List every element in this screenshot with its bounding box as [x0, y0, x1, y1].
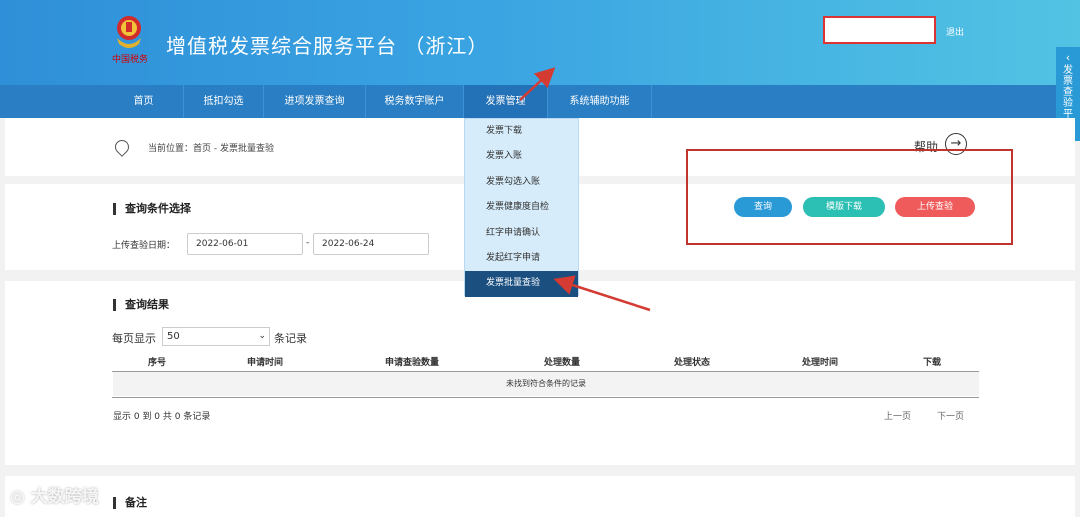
annotation-arrows: [519, 67, 651, 312]
watermark-text: 大数跨境: [30, 487, 99, 507]
watermark: ◎ 大数跨境: [10, 482, 99, 507]
arrow-to-menu-item-icon: [553, 275, 651, 312]
arrow-to-nav-icon: [519, 67, 556, 101]
watermark-logo-icon: ◎: [10, 487, 25, 507]
